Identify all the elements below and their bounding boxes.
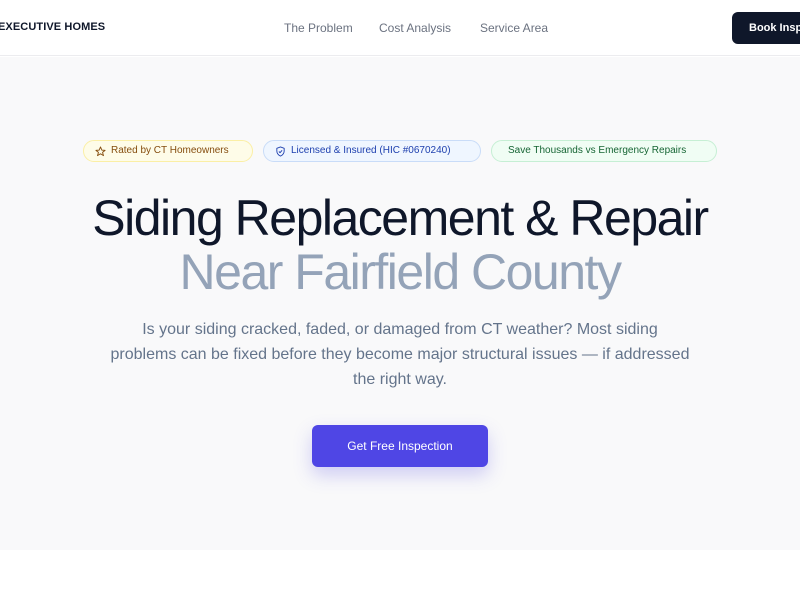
top-nav: EXECUTIVE HOMES The Problem Cost Analysi… (0, 0, 800, 56)
badge-licensed: Licensed & Insured (HIC #0670240) (263, 140, 481, 162)
nav-link-the-problem[interactable]: The Problem (284, 21, 353, 35)
badge-save: Save Thousands vs Emergency Repairs (491, 140, 717, 162)
book-inspection-button[interactable]: Book Inspection (732, 12, 800, 44)
shield-check-icon (276, 145, 285, 157)
hero-title-line2: Near Fairfield County (179, 244, 622, 300)
hero-subtitle: Is your siding cracked, faded, or damage… (110, 321, 690, 388)
brand-logo[interactable]: EXECUTIVE HOMES (0, 21, 105, 33)
nav-link-cost-analysis[interactable]: Cost Analysis (379, 21, 451, 35)
hero-title-line1: Siding Replacement & Repair (92, 190, 709, 246)
badge-save-label: Save Thousands vs Emergency Repairs (508, 145, 687, 156)
badge-rated-label: Rated by CT Homeowners (111, 145, 229, 156)
hero-section: Rated by CT Homeowners Licensed & Insure… (0, 57, 800, 550)
get-free-inspection-button[interactable]: Get Free Inspection (312, 425, 488, 467)
badge-licensed-label: Licensed & Insured (HIC #0670240) (291, 145, 451, 156)
badge-rated: Rated by CT Homeowners (83, 140, 253, 162)
star-icon (95, 145, 106, 156)
nav-link-service-area[interactable]: Service Area (480, 21, 548, 35)
